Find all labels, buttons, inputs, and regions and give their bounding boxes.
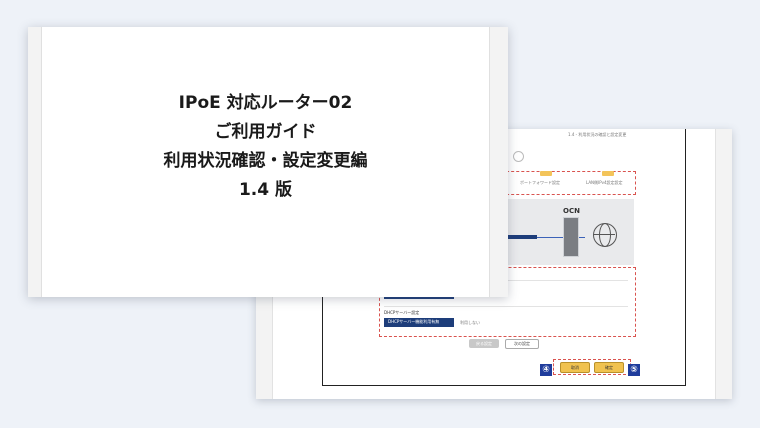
cancel-button[interactable]: 取消 [560,362,590,373]
guide-section: 利用状況確認・設定変更編 [163,151,368,171]
step-indicator [513,151,524,162]
step-tag [602,171,614,176]
dhcp-row-label: DHCPサーバー機能利用有無 [384,318,454,327]
step-badge-5: ⑤ [628,364,640,376]
globe-icon [593,223,617,247]
step-tag [540,171,552,176]
page-margin-left [28,27,42,297]
next-setting-select[interactable]: 次の設定 [505,339,539,349]
guide-title: IPoE 対応ルーター02 ご利用ガイド 利用状況確認・設定変更編 1.4 版 [41,89,490,205]
dhcp-section-title: DHCPサーバー設定 [384,310,420,315]
back-setting-button[interactable]: 戻る設定 [469,339,499,348]
confirm-buttons-highlight: 取消 確定 [553,359,631,375]
guide-title-card: IPoE 対応ルーター02 ご利用ガイド 利用状況確認・設定変更編 1.4 版 [28,27,508,297]
page-margin-right [489,27,508,297]
step-tab-port-forward: ポートフォワード設定 [520,180,560,185]
server-icon [563,217,579,257]
row-divider [384,306,628,307]
guide-version: 1.4 版 [238,180,293,200]
step-tabs-highlight: ポートフォワード設定 LAN側IPv4設定設定 [501,171,636,195]
dhcp-row-value: 利用しない [460,320,480,325]
guide-type: ご利用ガイド [214,122,317,142]
page-margin-right [715,129,732,399]
confirm-button[interactable]: 確定 [594,362,624,373]
product-name: IPoE 対応ルーター02 [178,93,353,113]
step-tab-lan-ipv4: LAN側IPv4設定設定 [586,180,623,185]
network-diagram: OCN [501,199,634,265]
step-badge-4: ④ [540,364,552,376]
network-label: OCN [563,207,580,215]
